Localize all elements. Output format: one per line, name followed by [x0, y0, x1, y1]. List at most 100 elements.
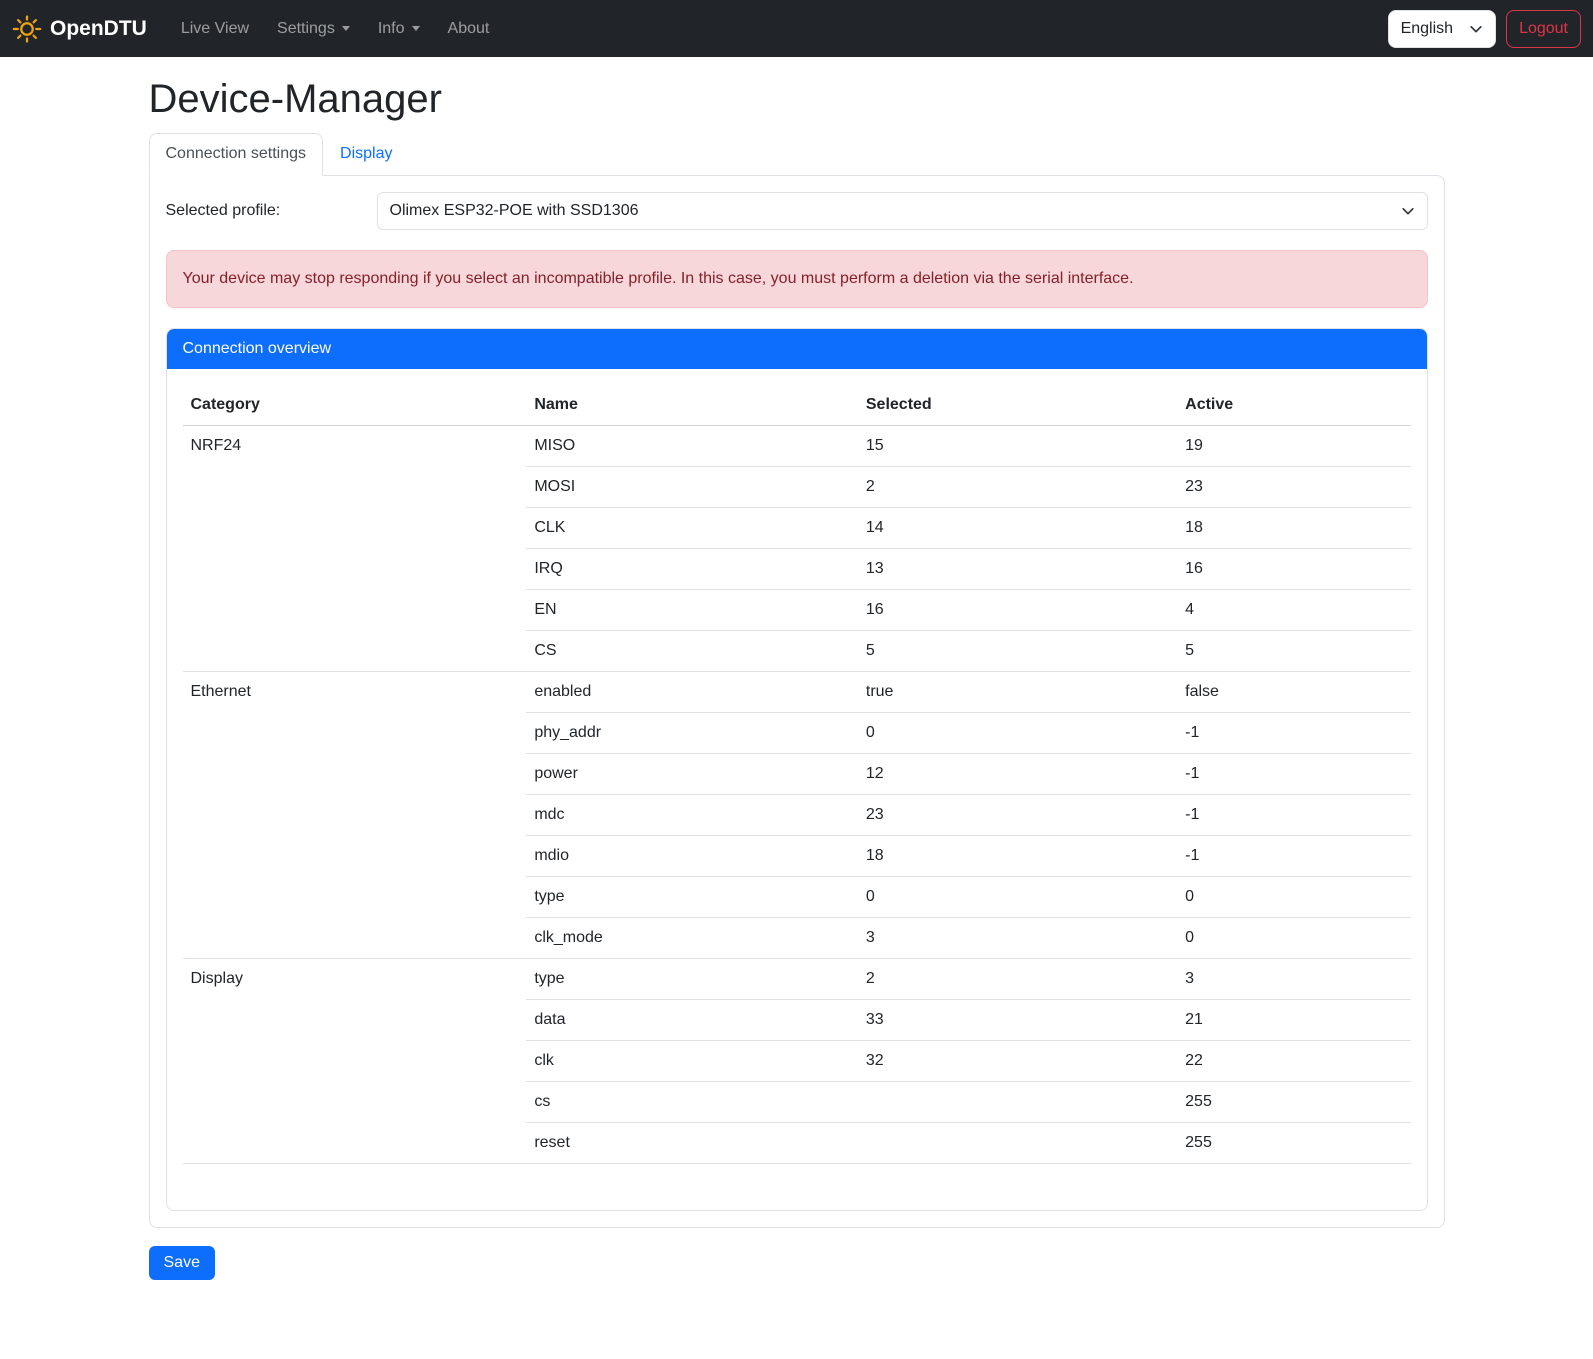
- selected-cell: [858, 1082, 1177, 1123]
- column-header-category: Category: [183, 385, 527, 426]
- table-row: NRF24MISO1519: [183, 426, 1411, 467]
- active-cell: -1: [1177, 713, 1410, 754]
- selected-cell: 18: [858, 836, 1177, 877]
- column-header-name: Name: [526, 385, 858, 426]
- name-cell: type: [526, 877, 858, 918]
- brand-label: OpenDTU: [50, 17, 147, 41]
- active-cell: 19: [1177, 426, 1410, 467]
- chevron-down-icon: [1401, 204, 1415, 218]
- nav-item-settings-label: Settings: [277, 20, 335, 38]
- table-header-row: Category Name Selected Active: [183, 385, 1411, 426]
- tab-content-card: Selected profile: Olimex ESP32-POE with …: [149, 175, 1445, 1228]
- table-row: Ethernetenabledtruefalse: [183, 672, 1411, 713]
- active-cell: 255: [1177, 1082, 1410, 1123]
- column-header-selected: Selected: [858, 385, 1177, 426]
- active-cell: 22: [1177, 1041, 1410, 1082]
- active-cell: 21: [1177, 1000, 1410, 1041]
- name-cell: clk: [526, 1041, 858, 1082]
- connection-overview-table: Category Name Selected Active NRF24MISO1…: [183, 385, 1411, 1164]
- selected-cell: 5: [858, 631, 1177, 672]
- category-cell: NRF24: [183, 426, 527, 672]
- active-cell: -1: [1177, 795, 1410, 836]
- language-select[interactable]: English: [1388, 10, 1496, 48]
- incompatible-profile-alert: Your device may stop responding if you s…: [166, 250, 1428, 308]
- overview-table-body: NRF24MISO1519MOSI223CLK1418IRQ1316EN164C…: [183, 426, 1411, 1164]
- nav-item-live-view[interactable]: Live View: [167, 12, 263, 46]
- selected-cell: 15: [858, 426, 1177, 467]
- active-cell: 4: [1177, 590, 1410, 631]
- name-cell: reset: [526, 1123, 858, 1164]
- selected-cell: 33: [858, 1000, 1177, 1041]
- category-cell: Display: [183, 959, 527, 1164]
- active-cell: 3: [1177, 959, 1410, 1000]
- column-header-active: Active: [1177, 385, 1410, 426]
- navbar-left: OpenDTU Live View Settings Info About: [12, 12, 503, 46]
- name-cell: CS: [526, 631, 858, 672]
- active-cell: 5: [1177, 631, 1410, 672]
- navbar-right: English Logout: [1388, 10, 1581, 48]
- selected-cell: 23: [858, 795, 1177, 836]
- tab-display[interactable]: Display: [323, 133, 409, 175]
- tab-bar: Connection settings Display: [149, 133, 1445, 175]
- name-cell: MOSI: [526, 467, 858, 508]
- name-cell: EN: [526, 590, 858, 631]
- caret-down-icon: [342, 26, 350, 31]
- profile-row: Selected profile: Olimex ESP32-POE with …: [166, 192, 1428, 230]
- selected-cell: 2: [858, 467, 1177, 508]
- selected-cell: 0: [858, 877, 1177, 918]
- active-cell: false: [1177, 672, 1410, 713]
- selected-cell: 32: [858, 1041, 1177, 1082]
- brand-link[interactable]: OpenDTU: [12, 14, 147, 44]
- active-cell: -1: [1177, 836, 1410, 877]
- active-cell: 18: [1177, 508, 1410, 549]
- nav-item-settings[interactable]: Settings: [263, 12, 364, 46]
- active-cell: 0: [1177, 877, 1410, 918]
- active-cell: 255: [1177, 1123, 1410, 1164]
- name-cell: power: [526, 754, 858, 795]
- connection-overview-body: Category Name Selected Active NRF24MISO1…: [167, 369, 1427, 1210]
- table-row: Displaytype23: [183, 959, 1411, 1000]
- active-cell: 23: [1177, 467, 1410, 508]
- active-cell: -1: [1177, 754, 1410, 795]
- name-cell: MISO: [526, 426, 858, 467]
- name-cell: mdc: [526, 795, 858, 836]
- main-container: Device-Manager Connection settings Displ…: [137, 75, 1457, 1280]
- selected-cell: true: [858, 672, 1177, 713]
- name-cell: mdio: [526, 836, 858, 877]
- name-cell: cs: [526, 1082, 858, 1123]
- name-cell: type: [526, 959, 858, 1000]
- name-cell: IRQ: [526, 549, 858, 590]
- name-cell: CLK: [526, 508, 858, 549]
- connection-overview-card: Connection overview Category Name Select…: [166, 328, 1428, 1211]
- profile-select[interactable]: Olimex ESP32-POE with SSD1306: [377, 192, 1428, 230]
- nav-item-info[interactable]: Info: [364, 12, 434, 46]
- category-cell: Ethernet: [183, 672, 527, 959]
- active-cell: 0: [1177, 918, 1410, 959]
- selected-cell: 13: [858, 549, 1177, 590]
- chevron-down-icon: [1469, 22, 1483, 36]
- selected-cell: 16: [858, 590, 1177, 631]
- navbar: OpenDTU Live View Settings Info About En…: [0, 0, 1593, 57]
- tab-connection-settings[interactable]: Connection settings: [149, 133, 324, 176]
- logout-button[interactable]: Logout: [1506, 10, 1581, 48]
- save-button[interactable]: Save: [149, 1246, 215, 1280]
- connection-overview-header: Connection overview: [167, 329, 1427, 369]
- selected-cell: 3: [858, 918, 1177, 959]
- profile-label: Selected profile:: [166, 192, 377, 230]
- profile-select-value: Olimex ESP32-POE with SSD1306: [390, 202, 639, 220]
- selected-cell: [858, 1123, 1177, 1164]
- nav-item-about[interactable]: About: [434, 12, 504, 46]
- language-select-value: English: [1401, 20, 1453, 38]
- nav-item-info-label: Info: [378, 20, 405, 38]
- active-cell: 16: [1177, 549, 1410, 590]
- selected-cell: 0: [858, 713, 1177, 754]
- name-cell: enabled: [526, 672, 858, 713]
- name-cell: phy_addr: [526, 713, 858, 754]
- name-cell: clk_mode: [526, 918, 858, 959]
- page-title: Device-Manager: [149, 75, 1445, 123]
- sun-icon: [12, 14, 42, 44]
- selected-cell: 12: [858, 754, 1177, 795]
- name-cell: data: [526, 1000, 858, 1041]
- selected-cell: 14: [858, 508, 1177, 549]
- caret-down-icon: [412, 26, 420, 31]
